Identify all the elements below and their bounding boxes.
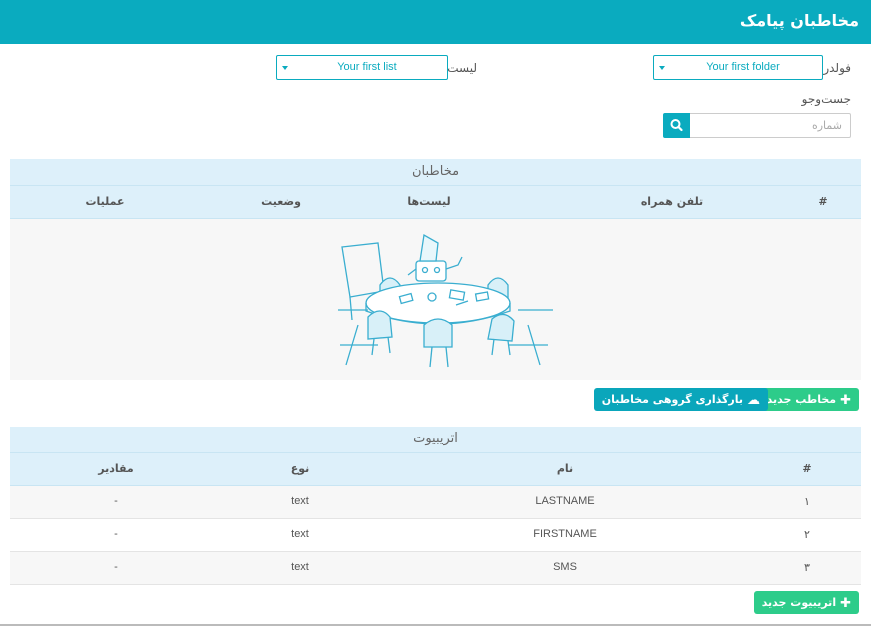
attr-name: FIRSTNAME bbox=[533, 528, 597, 540]
new-contact-button[interactable]: ✚مخاطب جدید bbox=[758, 388, 859, 411]
search-label: جست‌وجو bbox=[801, 92, 851, 106]
contacts-col-lists: لیست‌ها bbox=[407, 195, 451, 208]
caret-down-icon bbox=[659, 66, 665, 70]
list-select-value: Your first list bbox=[337, 61, 397, 73]
plus-icon: ✚ bbox=[840, 393, 851, 408]
attr-type: text bbox=[291, 528, 309, 540]
contacts-panel-title: مخاطبان bbox=[10, 159, 861, 186]
folder-label: فولدر bbox=[823, 61, 851, 75]
table-row: ۳ SMS text - bbox=[10, 552, 861, 585]
search-button[interactable] bbox=[663, 113, 690, 138]
attr-number: ۲ bbox=[804, 529, 810, 541]
attr-type: text bbox=[291, 495, 309, 507]
contacts-col-status: وضعیت bbox=[261, 195, 301, 208]
new-contact-label: مخاطب جدید bbox=[766, 393, 837, 406]
search-icon bbox=[670, 119, 683, 132]
search-box bbox=[663, 113, 851, 138]
attributes-col-values: مقادیر bbox=[98, 462, 134, 475]
table-row: ۲ FIRSTNAME text - bbox=[10, 519, 861, 552]
contacts-table-header: # تلفن همراه لیست‌ها وضعیت عملیات bbox=[10, 186, 861, 219]
group-upload-label: بارگذاری گروهی مخاطبان bbox=[601, 393, 743, 406]
folder-select-value: Your first folder bbox=[706, 61, 780, 73]
contacts-col-number: # bbox=[818, 195, 828, 208]
attributes-panel-title: اتریبیوت bbox=[10, 427, 861, 453]
attr-name: SMS bbox=[553, 561, 577, 573]
contacts-col-operations: عملیات bbox=[85, 195, 125, 208]
cloud-upload-icon: ☁ bbox=[747, 393, 760, 408]
attributes-table-header: # نام نوع مقادیر bbox=[10, 453, 861, 486]
group-upload-button[interactable]: ☁ بارگذاری گروهی مخاطبان bbox=[593, 388, 768, 411]
top-bar: مخاطبان پیامک bbox=[0, 0, 871, 44]
attr-values: - bbox=[114, 561, 118, 573]
contacts-empty-state bbox=[10, 219, 861, 380]
caret-down-icon bbox=[282, 66, 288, 70]
attributes-col-number: # bbox=[802, 462, 812, 475]
list-label: لیست bbox=[447, 61, 477, 75]
search-input[interactable] bbox=[690, 113, 851, 138]
list-select[interactable]: Your first list bbox=[276, 55, 448, 80]
attr-name: LASTNAME bbox=[535, 495, 595, 507]
folder-select[interactable]: Your first folder bbox=[653, 55, 823, 80]
attr-number: ۱ bbox=[804, 496, 810, 508]
new-attribute-label: اتریبیوت جدید bbox=[761, 596, 837, 609]
attr-values: - bbox=[114, 528, 118, 540]
contacts-col-mobile: تلفن همراه bbox=[640, 195, 704, 208]
attr-type: text bbox=[291, 561, 309, 573]
attr-number: ۳ bbox=[804, 562, 810, 574]
robot-meeting-illustration bbox=[338, 233, 553, 368]
plus-icon: ✚ bbox=[840, 596, 851, 611]
table-row: ۱ LASTNAME text - bbox=[10, 486, 861, 519]
attributes-col-type: نوع bbox=[290, 462, 310, 475]
attr-values: - bbox=[114, 495, 118, 507]
page-title: مخاطبان پیامک bbox=[739, 11, 859, 30]
new-attribute-button[interactable]: ✚اتریبیوت جدید bbox=[753, 591, 859, 614]
attributes-col-name: نام bbox=[556, 462, 574, 475]
